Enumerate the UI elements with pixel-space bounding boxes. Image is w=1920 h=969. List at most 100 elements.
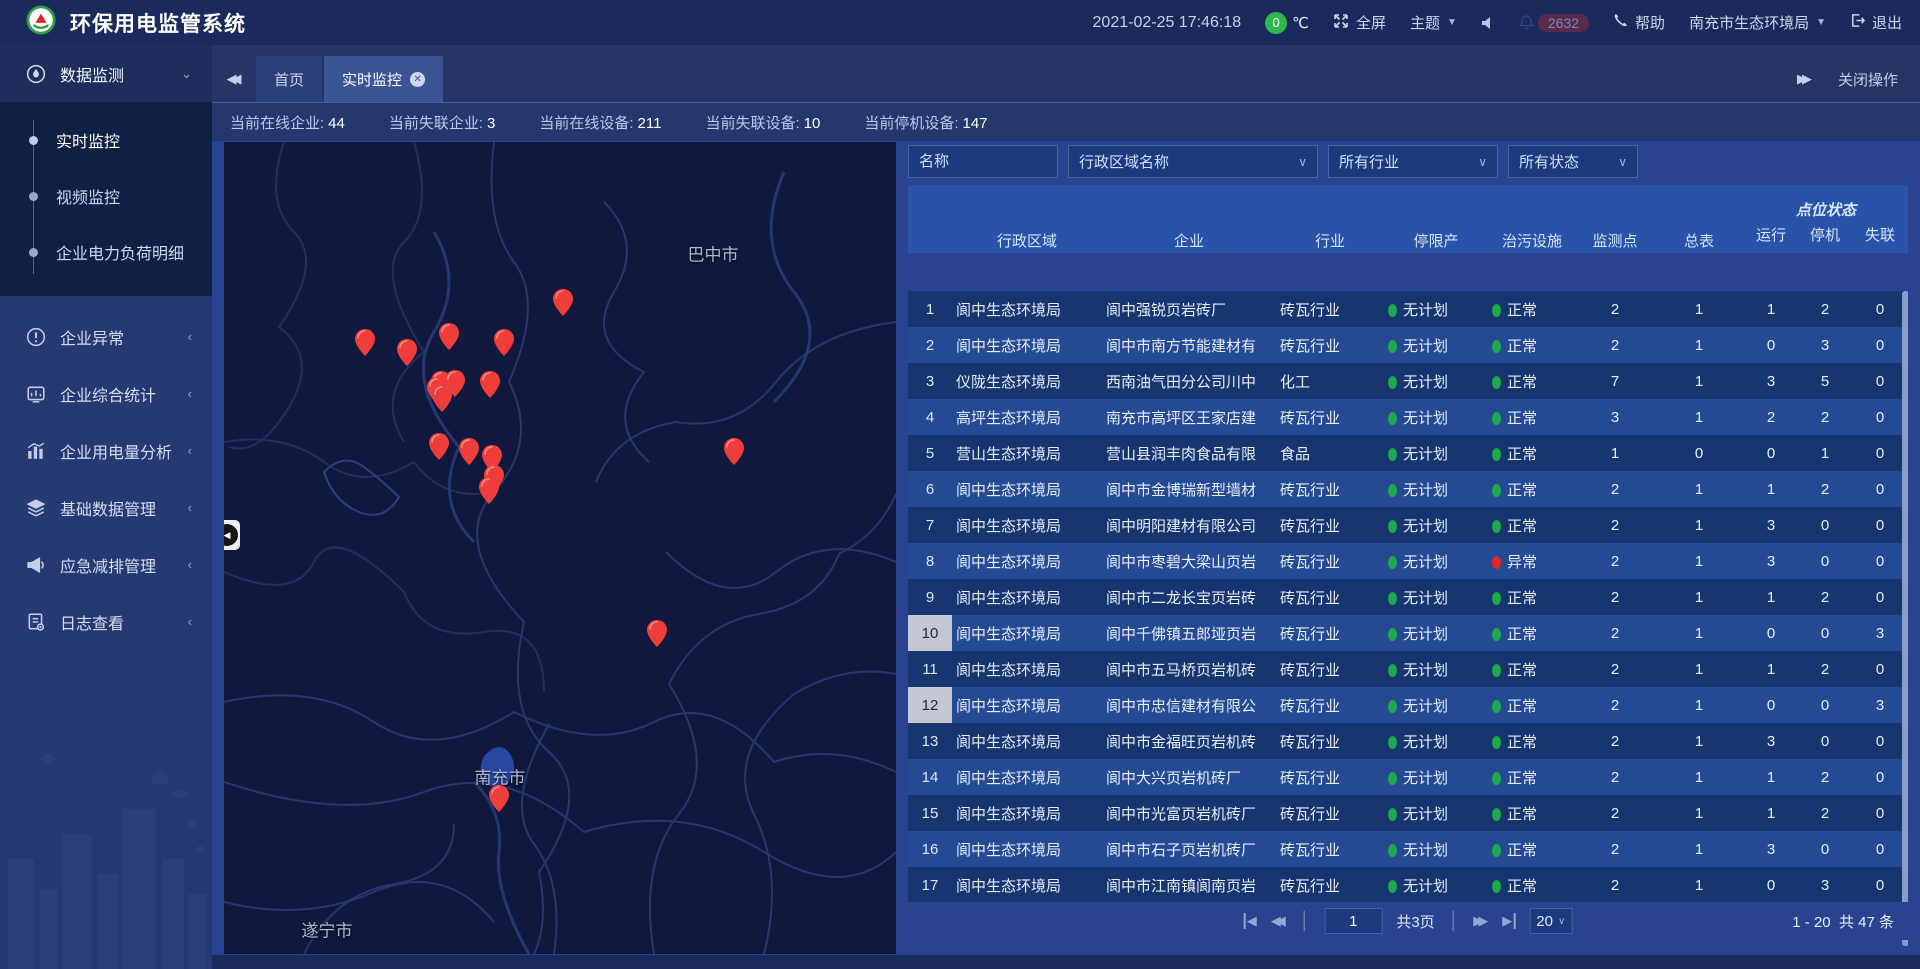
sidebar-item-data-monitoring[interactable]: 数据监测 ⌄	[0, 45, 212, 102]
map-pin-icon[interactable]	[553, 289, 573, 316]
map-pin-icon[interactable]	[429, 433, 449, 460]
cell-region: 阆中生态环境局	[952, 471, 1102, 507]
map-pin-icon[interactable]	[439, 323, 459, 350]
cell-meter: 1	[1654, 615, 1744, 651]
map-pin-icon[interactable]	[647, 620, 667, 647]
industry-filter-select[interactable]: 所有行业 ∨	[1328, 145, 1498, 178]
cell-region: 阆中生态环境局	[952, 327, 1102, 363]
table-row[interactable]: 5营山生态环境局营山县润丰肉食品有限食品无计划正常10010	[908, 435, 1908, 471]
page-size-select[interactable]: 20 ∨	[1529, 908, 1572, 934]
mute-button[interactable]	[1481, 16, 1495, 30]
layers-icon	[26, 498, 46, 518]
table-row[interactable]: 12阆中生态环境局阆中市忠信建材有限公砖瓦行业无计划正常21003	[908, 687, 1908, 723]
col-industry[interactable]: 行业	[1276, 185, 1384, 253]
tabs-scroll-right-button[interactable]: ▶▶	[1797, 71, 1812, 87]
sidebar-item-company-abnormal[interactable]: 企业异常 ‹	[0, 308, 212, 365]
chevron-down-icon: ∨	[1298, 155, 1307, 169]
map-pin-icon[interactable]	[355, 329, 375, 356]
chevron-left-icon: ‹	[188, 386, 192, 401]
map-pin-icon[interactable]	[459, 438, 479, 465]
table-row[interactable]: 17阆中生态环境局阆中市江南镇阆南页岩砖瓦行业无计划正常21030	[908, 867, 1908, 903]
cell-facility-status: 正常	[1488, 327, 1576, 363]
col-run[interactable]: 运行	[1744, 222, 1798, 253]
status-filter-select[interactable]: 所有状态 ∨	[1508, 145, 1638, 178]
cell-facility-status: 正常	[1488, 363, 1576, 399]
col-company[interactable]: 企业	[1102, 185, 1276, 253]
map-pin-icon[interactable]	[397, 339, 417, 366]
table-row[interactable]: 11阆中生态环境局阆中市五马桥页岩机砖砖瓦行业无计划正常21120	[908, 651, 1908, 687]
cell-region: 阆中生态环境局	[952, 687, 1102, 723]
theme-dropdown[interactable]: 主题 ▼	[1410, 12, 1457, 33]
table-row[interactable]: 6阆中生态环境局阆中市金博瑞新型墙材砖瓦行业无计划正常21120	[908, 471, 1908, 507]
table-row[interactable]: 1阆中生态环境局阆中强锐页岩砖厂砖瓦行业无计划正常21120	[908, 291, 1908, 327]
table-row[interactable]: 14阆中生态环境局阆中大兴页岩机砖厂砖瓦行业无计划正常21120	[908, 759, 1908, 795]
name-filter-field[interactable]	[908, 145, 1058, 178]
map-panel[interactable]: 巴中市南充市遂宁市	[224, 142, 896, 954]
sidebar-item-emergency-reduction[interactable]: 应急减排管理 ‹	[0, 536, 212, 593]
name-filter-input[interactable]	[919, 153, 1047, 170]
map-pin-icon[interactable]	[479, 477, 499, 504]
cell-region: 阆中生态环境局	[952, 867, 1102, 903]
table-scrollbar[interactable]	[1902, 291, 1908, 946]
cell-region: 高坪生态环境局	[952, 399, 1102, 435]
page-number-input[interactable]	[1324, 908, 1382, 934]
tabs-scroll-left-button[interactable]: ◀◀	[212, 56, 256, 102]
table-row[interactable]: 3仪陇生态环境局西南油气田分公司川中化工无计划正常71350	[908, 363, 1908, 399]
chevron-down-icon: ∨	[1558, 916, 1565, 927]
sidebar-item-company-statistics[interactable]: 企业综合统计 ‹	[0, 365, 212, 422]
help-button[interactable]: 帮助	[1613, 12, 1665, 33]
table-row[interactable]: 2阆中生态环境局阆中市南方节能建材有砖瓦行业无计划正常21030	[908, 327, 1908, 363]
fullscreen-button[interactable]: 全屏	[1333, 12, 1386, 33]
cell-company: 阆中千佛镇五郎垭页岩	[1102, 615, 1276, 651]
map-collapse-handle[interactable]: ◀	[224, 520, 240, 550]
prev-page-button[interactable]: ◀◀	[1271, 913, 1286, 929]
table-row[interactable]: 10阆中生态环境局阆中千佛镇五郎垭页岩砖瓦行业无计划正常21003	[908, 615, 1908, 651]
table-row[interactable]: 8阆中生态环境局阆中市枣碧大梁山页岩砖瓦行业无计划异常21300	[908, 543, 1908, 579]
next-page-button[interactable]: ▶▶	[1473, 913, 1488, 929]
tab-close-icon[interactable]: ✕	[410, 72, 425, 87]
col-halt[interactable]: 停机	[1798, 222, 1852, 253]
tab-home[interactable]: 首页	[256, 56, 322, 102]
cell-region: 营山生态环境局	[952, 435, 1102, 471]
map-pin-icon[interactable]	[494, 329, 514, 356]
sidebar-item-log-view[interactable]: 日志查看 ‹	[0, 593, 212, 650]
cell-halt: 3	[1798, 327, 1852, 363]
region-filter-select[interactable]: 行政区域名称 ∨	[1068, 145, 1318, 178]
col-region[interactable]: 行政区域	[952, 185, 1102, 253]
table-row[interactable]: 9阆中生态环境局阆中市二龙长宝页岩砖砖瓦行业无计划正常21120	[908, 579, 1908, 615]
col-lost[interactable]: 失联	[1852, 222, 1908, 253]
status-dot-icon	[1388, 376, 1397, 389]
table-row[interactable]: 15阆中生态环境局阆中市光富页岩机砖厂砖瓦行业无计划正常21120	[908, 795, 1908, 831]
table-row[interactable]: 16阆中生态环境局阆中市石子页岩机砖厂砖瓦行业无计划正常21300	[908, 831, 1908, 867]
sidebar-item-power-load-detail[interactable]: 企业电力负荷明细	[0, 224, 212, 280]
cell-lost: 0	[1852, 723, 1908, 759]
sidebar-item-realtime-monitoring[interactable]: 实时监控	[0, 112, 212, 168]
map-pin-icon[interactable]	[724, 438, 744, 465]
col-facility[interactable]: 治污设施	[1488, 185, 1576, 253]
tab-realtime-monitoring[interactable]: 实时监控 ✕	[324, 56, 443, 102]
close-actions-button[interactable]: 关闭操作	[1838, 69, 1898, 90]
col-stop-status[interactable]: 停限产	[1384, 185, 1488, 253]
map-pin-icon[interactable]	[489, 785, 509, 812]
cell-stop-status: 无计划	[1384, 327, 1488, 363]
last-page-button[interactable]: ▶	[1502, 913, 1515, 929]
sidebar-item-video-monitoring[interactable]: 视频监控	[0, 168, 212, 224]
status-dot-icon	[1492, 376, 1501, 389]
table-row[interactable]: 13阆中生态环境局阆中市金福旺页岩机砖砖瓦行业无计划正常21300	[908, 723, 1908, 759]
sidebar-item-power-usage-analysis[interactable]: 企业用电量分析 ‹	[0, 422, 212, 479]
map-pin-icon[interactable]	[480, 371, 500, 398]
cell-stop-status: 无计划	[1384, 651, 1488, 687]
notifications[interactable]: 2632	[1519, 14, 1589, 32]
table-row[interactable]: 4高坪生态环境局南充市高坪区王家店建砖瓦行业无计划正常31220	[908, 399, 1908, 435]
map-pin-icon[interactable]	[432, 385, 452, 412]
org-dropdown[interactable]: 南充市生态环境局 ▼	[1689, 12, 1826, 33]
status-dot-icon	[1492, 556, 1501, 569]
first-page-button[interactable]: ◀	[1244, 913, 1257, 929]
col-meter[interactable]: 总表	[1654, 185, 1744, 253]
status-dot-icon	[1388, 772, 1397, 785]
cell-lost: 0	[1852, 579, 1908, 615]
logout-button[interactable]: 退出	[1850, 12, 1902, 33]
col-monitor-points[interactable]: 监测点	[1576, 185, 1654, 253]
sidebar-item-base-data[interactable]: 基础数据管理 ‹	[0, 479, 212, 536]
table-row[interactable]: 7阆中生态环境局阆中明阳建材有限公司砖瓦行业无计划正常21300	[908, 507, 1908, 543]
